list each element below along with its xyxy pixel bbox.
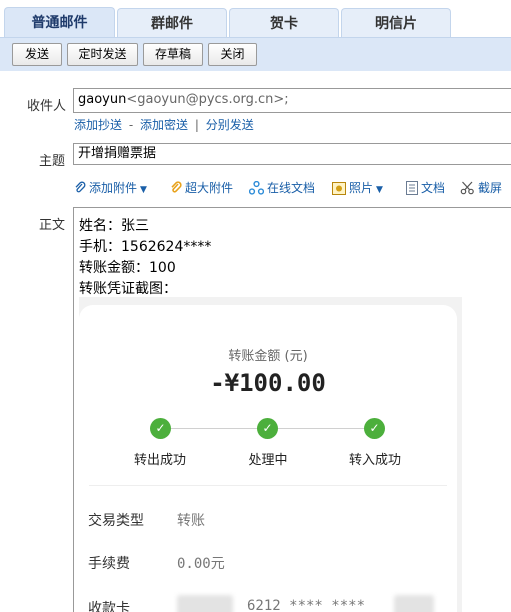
step-connector-1 [160,428,268,429]
photo-icon [332,182,346,200]
check-icon: ✓ [257,418,278,439]
online-doc-icon [248,180,265,200]
close-button[interactable]: 关闭 [208,43,257,66]
online-doc-button[interactable]: 在线文档 [248,179,316,200]
recipient-name: gaoyun [78,92,127,107]
body-line-name: 姓名：张三 [79,218,149,234]
document-icon [406,181,418,200]
subject-input[interactable]: 开增捐赠票据 [73,143,511,165]
row-key-type: 交易类型 [88,513,144,529]
scissors-icon [460,181,475,200]
tab-normal-mail[interactable]: 普通邮件 [4,7,115,38]
row-key-card: 收款卡 [88,601,130,612]
separate-send-link[interactable]: 分别发送 [206,118,254,132]
large-attachment-button[interactable]: 超大附件 [170,179,233,200]
recipient-options: 添加抄送 - 添加密送 | 分别发送 [74,116,254,133]
recipient-label: 收件人 [27,99,67,114]
document-button[interactable]: 文档 [406,179,445,200]
save-draft-button[interactable]: 存草稿 [143,43,203,66]
transfer-receipt-image: 转账金额 (元) -¥100.00 ✓ ✓ ✓ 转出成功 处理中 转入成功 交易… [79,297,462,612]
tab-group-mail[interactable]: 群邮件 [117,8,227,37]
compose-toolbar: 发送 定时发送 存草稿 关闭 [0,37,511,71]
body-label: 正文 [39,218,66,233]
row-value-card: 6212 **** **** [247,598,366,612]
document-label: 文档 [421,181,446,195]
tab-greeting-card[interactable]: 贺卡 [229,8,339,37]
large-attachment-label: 超大附件 [185,181,234,195]
receipt-card: 转账金额 (元) -¥100.00 ✓ ✓ ✓ 转出成功 处理中 转入成功 交易… [79,305,457,612]
link-separator-dash: - [128,118,134,132]
photo-chevron-down-icon[interactable]: ▼ [376,185,383,195]
photo-button[interactable]: 照片 ▼ [332,179,383,200]
tab-postcard[interactable]: 明信片 [341,8,451,37]
row-value-fee: 0.00元 [177,556,225,572]
recipient-address: <gaoyun@pycs.org.cn>; [126,92,289,107]
add-attachment-label: 添加附件 [89,181,138,195]
step-label-out: 转出成功 [133,453,186,468]
recipient-input[interactable]: gaoyun<gaoyun@pycs.org.cn>; [73,88,511,113]
body-editor[interactable]: 姓名：张三 手机：1562624**** 转账金额：100 转账凭证截图： 转账… [73,207,511,612]
check-icon: ✓ [364,418,385,439]
link-separator-pipe: | [194,118,199,132]
photo-label: 照片 [349,181,374,195]
step-label-in: 转入成功 [348,453,401,468]
screenshot-button[interactable]: 截屏 [460,179,502,200]
compose-tab-bar: 普通邮件 群邮件 贺卡 明信片 [0,0,511,38]
step-label-processing: 处理中 [248,453,288,468]
receipt-amount: -¥100.00 [210,369,326,397]
paperclip-icon [74,181,86,200]
check-icon: ✓ [150,418,171,439]
timed-send-button[interactable]: 定时发送 [67,43,138,66]
row-key-fee: 手续费 [88,556,130,572]
row-value-type: 转账 [177,513,205,529]
step-connector-2 [268,428,375,429]
receipt-amount-label: 转账金额 (元) [228,349,308,364]
online-doc-label: 在线文档 [267,181,316,195]
add-bcc-link[interactable]: 添加密送 [140,118,188,132]
receipt-divider [89,485,447,486]
large-paperclip-icon [170,181,182,200]
screenshot-label: 截屏 [478,181,503,195]
redacted-bank-name [177,595,233,612]
add-cc-link[interactable]: 添加抄送 [74,118,122,132]
send-button[interactable]: 发送 [12,43,62,66]
body-line-proof: 转账凭证截图： [79,281,177,297]
chevron-down-icon[interactable]: ▼ [140,185,147,195]
body-line-phone: 手机：1562624**** [79,239,212,255]
redacted-card-tail [394,595,434,612]
body-line-amount: 转账金额：100 [79,260,176,276]
add-attachment-button[interactable]: 添加附件 ▼ [74,179,147,200]
subject-label: 主题 [39,154,66,169]
